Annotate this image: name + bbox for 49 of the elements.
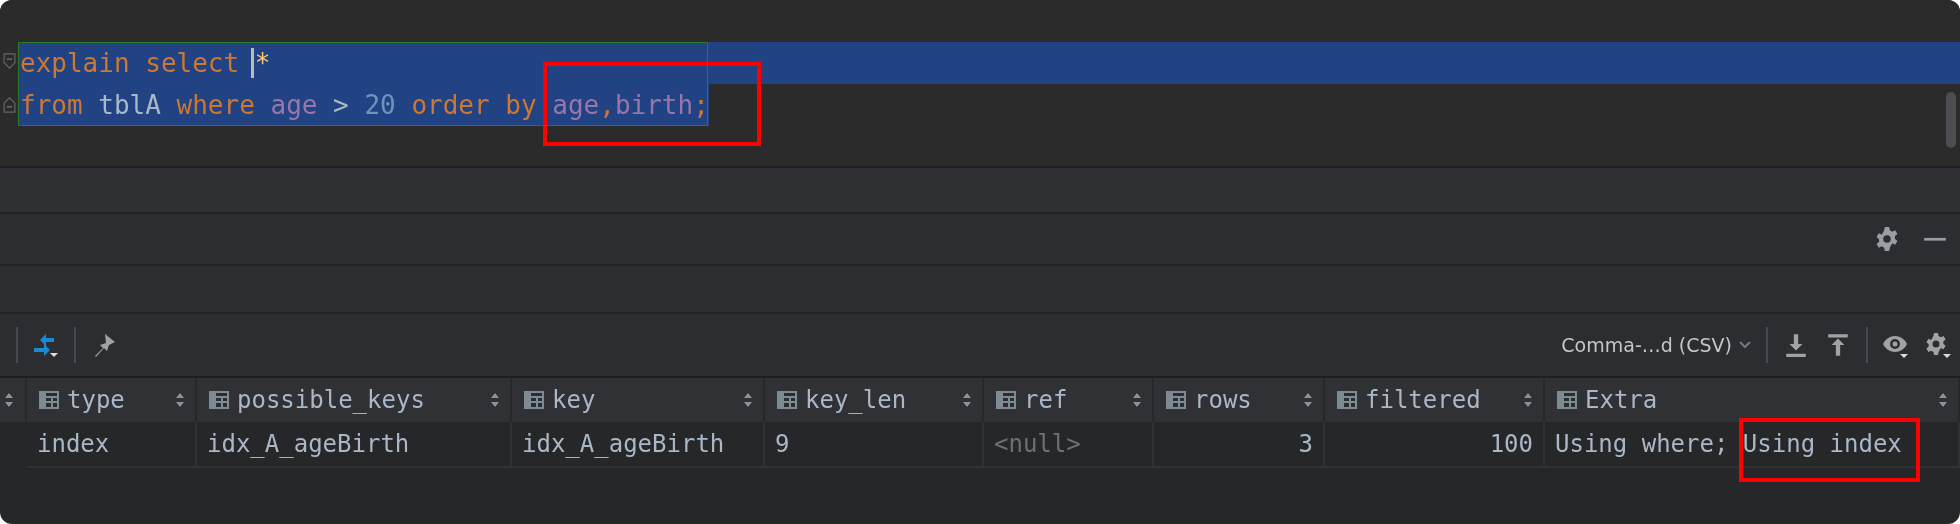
sort-icon[interactable] <box>1303 392 1313 408</box>
table-cell: 100 <box>1489 430 1533 458</box>
table-cell: Using where; Using index <box>1555 430 1902 458</box>
table-cell: <null> <box>994 430 1081 458</box>
column-header[interactable]: key_len <box>765 378 984 422</box>
sort-icon[interactable] <box>1132 392 1142 408</box>
column-header[interactable]: type <box>27 378 197 422</box>
scrollbar[interactable] <box>1946 92 1956 148</box>
table-cell: index <box>37 430 110 458</box>
column-name: rows <box>1194 386 1253 414</box>
column-name: ref <box>1024 386 1069 414</box>
table-column-icon <box>1337 391 1357 409</box>
column-name: key_len <box>805 386 908 414</box>
table-column-icon <box>39 391 59 409</box>
column-header[interactable]: ref <box>984 378 1154 422</box>
column-header[interactable]: Extra <box>1545 378 1960 422</box>
format-dropdown[interactable]: Comma-…d (CSV) <box>1561 334 1732 356</box>
sort-icon[interactable] <box>743 392 753 408</box>
column-header[interactable]: key <box>512 378 765 422</box>
table-cell: 3 <box>1298 430 1313 458</box>
sort-icon[interactable] <box>490 392 500 408</box>
column-name: Extra <box>1585 386 1659 414</box>
sort-icon[interactable] <box>1523 392 1533 408</box>
table-cell: idx_A_ageBirth <box>522 430 725 458</box>
sort-icon[interactable] <box>1938 392 1948 408</box>
column-name: key <box>552 386 597 414</box>
column-name: type <box>67 386 126 414</box>
chevron-down-icon[interactable] <box>1738 340 1752 350</box>
sort-icon[interactable] <box>962 392 972 408</box>
compare-arrows-icon[interactable] <box>32 332 60 358</box>
table-column-icon <box>1166 391 1186 409</box>
column-header[interactable]: possible_keys <box>197 378 512 422</box>
settings-icon[interactable] <box>1874 226 1900 252</box>
table-cell: 9 <box>775 430 790 458</box>
table-column-icon <box>777 391 797 409</box>
table-column-icon <box>209 391 229 409</box>
sort-icon[interactable] <box>4 392 14 408</box>
fold-icon[interactable] <box>2 52 16 70</box>
table-column-icon <box>524 391 544 409</box>
table-column-icon <box>1557 391 1577 409</box>
column-header[interactable]: rows <box>1154 378 1325 422</box>
fold-icon[interactable] <box>2 96 16 114</box>
column-name: possible_keys <box>237 386 426 414</box>
table-column-icon <box>996 391 1016 409</box>
sort-icon[interactable] <box>175 392 185 408</box>
column-header[interactable]: filtered <box>1325 378 1545 422</box>
table-cell: idx_A_ageBirth <box>207 430 410 458</box>
settings-icon[interactable] <box>1924 332 1952 358</box>
column-name: filtered <box>1365 386 1482 414</box>
